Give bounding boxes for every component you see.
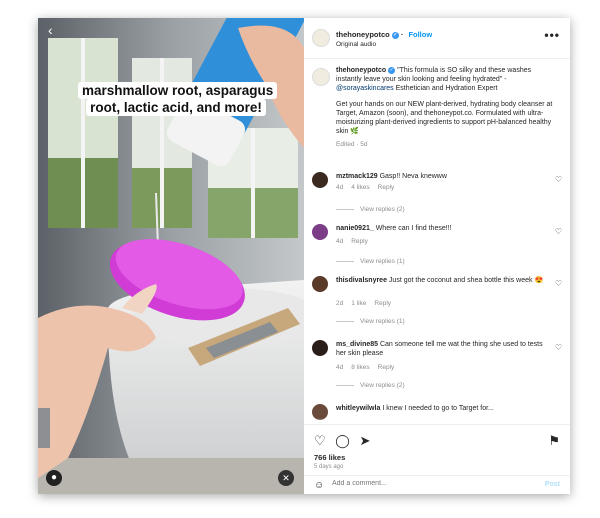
verified-icon: ✓ — [391, 31, 399, 39]
likes-count[interactable]: 766 likes — [314, 453, 345, 462]
comment-text: Where can I find these!!! — [375, 225, 452, 232]
post-header: thehoneypotco ✓ · Follow Original audio •… — [304, 18, 570, 59]
emoji-icon[interactable]: ☺ — [314, 480, 324, 491]
comment-username[interactable]: thisdivalsnyree — [336, 277, 387, 284]
post-meta: Edited · 5d — [336, 141, 368, 148]
avatar[interactable] — [312, 340, 328, 356]
post-paragraph: Get your hands on our NEW plant-derived,… — [336, 101, 553, 135]
post-side-panel: thehoneypotco ✓ · Follow Original audio •… — [304, 18, 570, 494]
like-heart-icon[interactable]: ♡ — [555, 343, 562, 352]
avatar[interactable] — [312, 29, 330, 47]
bookmark-icon[interactable]: ⚑ — [548, 433, 560, 449]
audio-label[interactable]: Original audio — [336, 41, 376, 48]
comment-username[interactable]: nanie0921_ — [336, 225, 374, 232]
comment-age: 2d — [336, 300, 344, 307]
avatar[interactable] — [312, 68, 330, 86]
comment-likes[interactable]: 4 likes — [351, 184, 369, 191]
reply-button[interactable]: Reply — [374, 300, 391, 307]
comment-age: 4d — [336, 364, 344, 371]
comment-icon[interactable]: ◯ — [335, 433, 350, 448]
more-options-icon[interactable]: ••• — [544, 28, 560, 42]
comment-username[interactable]: mztmack129 — [336, 173, 378, 180]
video-player[interactable]: ‹ marshmallow root, asparagus root, lact… — [38, 18, 304, 494]
video-caption: marshmallow root, asparagus root, lactic… — [78, 82, 278, 116]
view-replies-link[interactable]: View replies (1) — [336, 318, 405, 325]
comment-text: Just got the coconut and shea bottle thi… — [388, 277, 544, 284]
avatar[interactable] — [312, 224, 328, 240]
view-replies-link[interactable]: View replies (1) — [336, 258, 405, 265]
like-heart-icon[interactable]: ♡ — [555, 227, 562, 236]
reply-button[interactable]: Reply — [378, 364, 395, 371]
avatar[interactable] — [312, 276, 328, 292]
follow-button[interactable]: Follow — [408, 30, 432, 39]
header-username[interactable]: thehoneypotco ✓ · Follow — [336, 30, 432, 39]
comment-username[interactable]: ms_divine85 — [336, 341, 378, 348]
comment-text: Gasp!! Neva knewww — [379, 173, 447, 180]
comment-input[interactable] — [330, 479, 534, 488]
mute-icon[interactable]: ✕ — [278, 470, 294, 486]
account-icon[interactable]: ● — [46, 470, 62, 486]
action-bar: ♡ ◯ ➤ ⚑ 766 likes 5 days ago ☺ Post — [304, 424, 570, 494]
instagram-post-window: ‹ marshmallow root, asparagus root, lact… — [38, 18, 570, 494]
comment-age: 4d — [336, 184, 344, 191]
post-username[interactable]: thehoneypotco — [336, 67, 386, 74]
avatar[interactable] — [312, 172, 328, 188]
reply-button[interactable]: Reply — [378, 184, 395, 191]
like-icon[interactable]: ♡ — [314, 433, 326, 448]
like-heart-icon[interactable]: ♡ — [555, 175, 562, 184]
share-icon[interactable]: ➤ — [359, 433, 370, 448]
add-comment-bar: ☺ Post — [304, 475, 570, 494]
comment-text: I knew I needed to go to Target for... — [382, 405, 494, 412]
like-heart-icon[interactable]: ♡ — [555, 279, 562, 288]
reply-button[interactable]: Reply — [351, 238, 368, 245]
comment-username[interactable]: whitleywilwla — [336, 405, 380, 412]
comment-likes[interactable]: 1 like — [351, 300, 366, 307]
view-replies-link[interactable]: View replies (2) — [336, 382, 405, 389]
mention-suffix: Esthetician and Hydration Expert — [395, 85, 498, 92]
post-age: 5 days ago — [314, 464, 344, 470]
comment-likes[interactable]: 8 likes — [351, 364, 369, 371]
post-comment-button[interactable]: Post — [545, 481, 560, 488]
view-replies-link[interactable]: View replies (2) — [336, 206, 405, 213]
comment-age: 4d — [336, 238, 344, 245]
verified-icon: ✓ — [388, 66, 396, 74]
back-icon[interactable]: ‹ — [48, 22, 53, 38]
mention-link[interactable]: @sorayaskincares — [336, 85, 394, 92]
